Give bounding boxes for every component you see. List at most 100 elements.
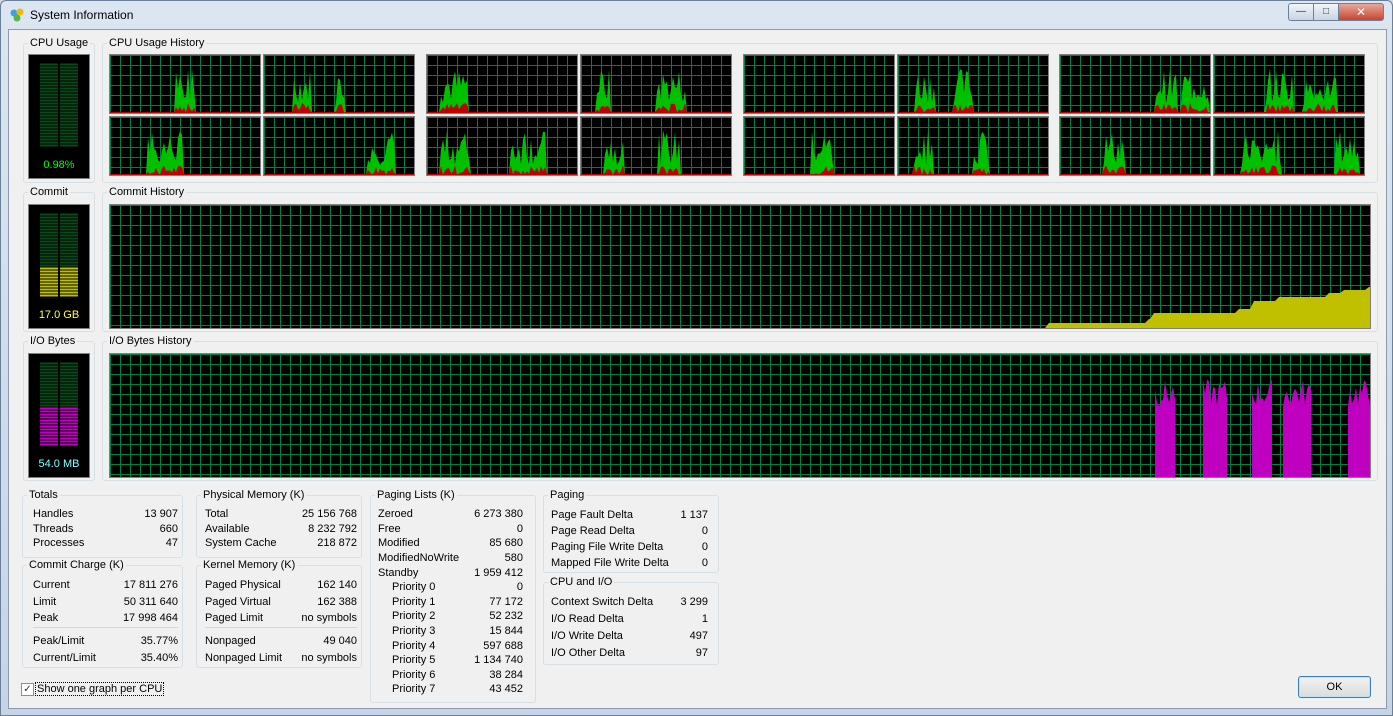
minimize-button[interactable]: — (1288, 3, 1314, 21)
stat-label: Modified (378, 537, 420, 550)
meter-segment (60, 240, 78, 243)
meter-segment (60, 407, 78, 410)
meter-segment (60, 282, 78, 285)
cpu-core-chart (1214, 117, 1364, 175)
meter-segment (60, 362, 78, 365)
meter-segment (40, 288, 58, 291)
stat-value: 97 (695, 646, 708, 659)
meter-segment (60, 291, 78, 294)
cpu-core-graph (743, 116, 895, 176)
meter-segment (40, 440, 58, 443)
stat-row: I/O Other Delta 97 (551, 644, 708, 661)
cpu-core-chart (427, 117, 577, 175)
meter-segment (40, 276, 58, 279)
meter-segment (60, 213, 78, 216)
stat-row: Mapped File Write Delta 0 (551, 555, 708, 571)
meter-segment (60, 383, 78, 386)
cpu-kernel-area (1060, 165, 1210, 175)
stat-value: 8 232 792 (308, 522, 357, 535)
stat-row: Priority 0 0 (378, 580, 523, 595)
physical-memory-group: Physical Memory (K) Total 25 156 768 Avai… (196, 489, 362, 558)
meter-segment (40, 389, 58, 392)
meter-segment (60, 267, 78, 270)
cpu-usage-label: CPU Usage (28, 37, 91, 50)
cpu-kernel-area (744, 112, 894, 113)
meter-segment (60, 416, 78, 419)
stat-label: Priority 2 (392, 610, 436, 623)
stat-label: I/O Other Delta (551, 646, 625, 659)
meter-segment (40, 90, 58, 93)
totals-title: Totals (27, 489, 60, 502)
meter-segment (60, 392, 78, 395)
meter-segment (40, 102, 58, 105)
show-one-graph-checkbox[interactable]: ✓ (21, 683, 34, 696)
stat-label: Priority 3 (392, 625, 436, 638)
meter-segment (40, 222, 58, 225)
meter-segment (40, 374, 58, 377)
cpu-core-chart (110, 117, 260, 175)
meter-segment (60, 422, 78, 425)
stat-label: Mapped File Write Delta (551, 557, 669, 569)
maximize-button[interactable]: □ (1313, 3, 1339, 21)
meter-segment (40, 404, 58, 407)
stat-value: 597 688 (483, 639, 523, 652)
meter-segment (60, 102, 78, 105)
meter-segment (40, 138, 58, 141)
meter-segment (40, 75, 58, 78)
stat-row: Current/Limit 35.40% (33, 649, 178, 666)
meter-segment (60, 84, 78, 87)
stat-value: 13 907 (144, 508, 178, 521)
meter-segment (40, 246, 58, 249)
meter-segment (60, 279, 78, 282)
stat-label: Available (205, 522, 250, 535)
ok-button[interactable]: OK (1298, 676, 1371, 698)
meter-segment (40, 362, 58, 365)
io-bytes-area (1203, 379, 1227, 477)
meter-segment (60, 228, 78, 231)
cpu-usage-history-group: CPU Usage History (102, 37, 1379, 184)
stat-label: Current/Limit (33, 651, 96, 664)
io-bytes-history-chart (110, 354, 1370, 477)
meter-segment (40, 72, 58, 75)
stat-value: 17 998 464 (122, 612, 178, 625)
meter-segment (40, 84, 58, 87)
meter-segment (40, 252, 58, 255)
meter-segment (40, 419, 58, 422)
stat-row: I/O Write Delta 497 (551, 627, 708, 644)
meter-segment (60, 410, 78, 413)
commit-meter: 17.0 GB (28, 204, 90, 329)
meter-segment (60, 87, 78, 90)
cpu-core-chart (744, 117, 894, 175)
meter-segment (40, 407, 58, 410)
commit-value: 17.0 GB (38, 309, 80, 321)
stat-label: Free (378, 522, 401, 535)
kernel-memory-table: Paged Physical 162 140 Paged Virtual 162 3… (205, 576, 357, 666)
cpu-usage-group: CPU Usage 0.98% (23, 37, 95, 183)
kernel-memory-group: Kernel Memory (K) Paged Physical 162 140 … (196, 559, 362, 668)
meter-segment (40, 126, 58, 129)
stat-label: Total (205, 508, 229, 521)
stat-value: 15 844 (489, 625, 523, 638)
meter-segment (60, 255, 78, 258)
commit-history-graph (109, 204, 1371, 329)
graph-grid (110, 205, 1370, 328)
meter-segment (60, 69, 78, 72)
stat-row: Context Switch Delta 3 299 (551, 593, 708, 610)
meter-segment (40, 368, 58, 371)
meter-segment (60, 225, 78, 228)
stat-row: Priority 4 597 688 (378, 638, 523, 653)
meter-segment (60, 276, 78, 279)
meter-segment (40, 255, 58, 258)
cpu-history-graphs (103, 44, 1379, 184)
stat-row: Current 17 811 276 (33, 576, 178, 593)
meter-segment (40, 258, 58, 261)
show-one-graph-label[interactable]: Show one graph per CPU (35, 682, 165, 696)
meter-segment (60, 126, 78, 129)
stat-value: 6 273 380 (474, 508, 523, 521)
cpu-core-chart (1214, 55, 1364, 113)
io-bytes-history-label: I/O Bytes History (107, 335, 194, 348)
title-bar[interactable]: System Information — □ ✕ (1, 1, 1392, 29)
close-button[interactable]: ✕ (1338, 3, 1384, 21)
meter-segment (40, 144, 58, 147)
stat-value: 43 452 (489, 683, 523, 696)
